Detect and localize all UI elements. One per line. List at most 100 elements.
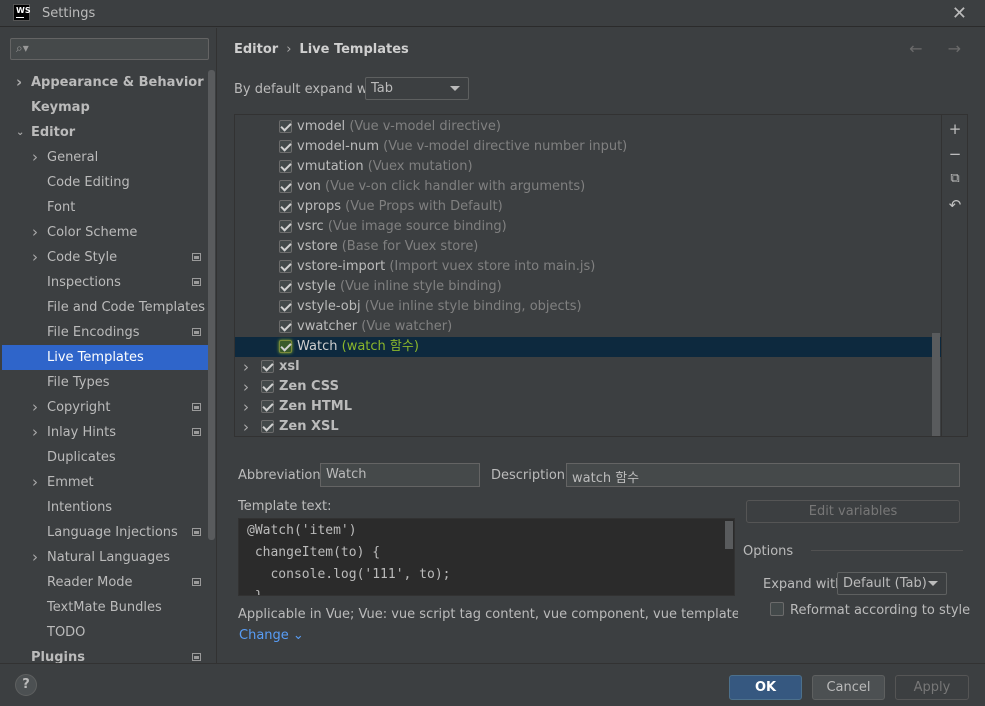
sidebar-item[interactable]: Reader Mode [2,570,215,595]
revert-icon[interactable]: ↶ [947,197,963,213]
main-panel: Editor › Live Templates ← → By default exp… [218,28,985,663]
expand-with-select[interactable]: Default (Tab) [837,572,947,595]
sidebar-item[interactable]: File Encodings [2,320,215,345]
sidebar-item[interactable]: › Natural Languages [2,545,215,570]
sidebar-item[interactable]: › General [2,145,215,170]
chevron-right-icon[interactable]: › [32,545,38,570]
sidebar-item[interactable]: File Types [2,370,215,395]
sidebar-item[interactable]: › Emmet [2,470,215,495]
template-row[interactable]: vstore-import (Import vuex store into ma… [235,257,941,277]
template-row[interactable]: vstore (Base for Vuex store) [235,237,941,257]
back-forward-icon[interactable]: ← → [909,39,971,58]
sidebar-item[interactable]: ⌄ Editor [2,120,215,145]
chevron-right-icon[interactable]: › [32,470,38,495]
chevron-right-icon[interactable]: › [243,377,249,397]
template-checkbox[interactable] [279,120,292,133]
default-expand-select[interactable]: Tab [365,77,469,100]
template-name: vstore-import (Import vuex store into ma… [297,257,595,277]
chevron-right-icon[interactable]: › [32,245,38,270]
template-row[interactable]: vwatcher (Vue watcher) [235,317,941,337]
chevron-right-icon[interactable]: › [243,357,249,377]
chevron-right-icon[interactable]: › [32,395,38,420]
template-row[interactable]: vstyle (Vue inline style binding) [235,277,941,297]
template-checkbox[interactable] [261,420,274,433]
description-field[interactable]: watch 함수 [566,463,960,487]
chevron-right-icon[interactable]: › [32,220,38,245]
close-icon[interactable]: ✕ [952,3,967,24]
sidebar-item[interactable]: Font [2,195,215,220]
template-group-row[interactable]: › Zen HTML [235,397,941,417]
template-group-row[interactable]: › Zen CSS [235,377,941,397]
sidebar-item[interactable]: Language Injections [2,520,215,545]
sidebar-item[interactable]: TODO [2,620,215,645]
cancel-button[interactable]: Cancel [812,675,885,700]
template-checkbox[interactable] [279,180,292,193]
template-checkbox[interactable] [279,240,292,253]
template-checkbox[interactable] [261,380,274,393]
sidebar-item[interactable]: › Code Style [2,245,215,270]
template-checkbox[interactable] [279,320,292,333]
template-checkbox[interactable] [261,400,274,413]
chevron-down-icon [450,86,460,91]
template-row[interactable]: vstyle-obj (Vue inline style binding, ob… [235,297,941,317]
template-row[interactable]: vsrc (Vue image source binding) [235,217,941,237]
sidebar-item[interactable]: Intentions [2,495,215,520]
sidebar-item[interactable]: Code Editing [2,170,215,195]
apply-button[interactable]: Apply [895,675,969,700]
template-abbreviation: vwatcher [297,319,358,334]
chevron-right-icon[interactable]: › [32,420,38,445]
template-checkbox[interactable] [279,160,292,173]
sidebar-item[interactable]: › Appearance & Behavior [2,70,215,95]
sidebar-item[interactable]: › Copyright [2,395,215,420]
reformat-checkbox[interactable] [770,602,784,616]
template-row[interactable]: vmutation (Vuex mutation) [235,157,941,177]
sidebar-item[interactable]: File and Code Templates [2,295,215,320]
template-checkbox[interactable] [279,220,292,233]
sidebar-item[interactable]: Live Templates [2,345,215,370]
template-row[interactable]: vmodel-num (Vue v-model directive number… [235,137,941,157]
chevron-right-icon[interactable]: › [32,145,38,170]
template-row[interactable]: Watch (watch 함수) [235,337,941,357]
code-scrollbar[interactable] [725,521,733,549]
template-checkbox[interactable] [279,280,292,293]
template-checkbox[interactable] [279,200,292,213]
code-line: } [247,589,263,595]
template-name: von (Vue v-on click handler with argumen… [297,177,585,197]
change-contexts-link[interactable]: Change ⌄ [239,628,304,643]
sidebar-item[interactable]: Inspections [2,270,215,295]
help-icon[interactable]: ? [15,674,37,696]
search-icon: ⌕▾ [16,41,29,55]
template-abbreviation: von [297,179,321,194]
copy-icon[interactable]: ⧉ [947,171,963,187]
sidebar-item[interactable]: Duplicates [2,445,215,470]
remove-icon[interactable]: − [947,146,963,162]
chevron-right-icon[interactable]: › [243,397,249,417]
template-checkbox[interactable] [279,300,292,313]
template-text-editor[interactable]: @Watch('item') changeItem(to) { console.… [238,518,735,596]
sidebar-item[interactable]: › Color Scheme [2,220,215,245]
template-group-row[interactable]: › xsl [235,357,941,377]
templates-scrollbar[interactable] [932,333,940,436]
sidebar-item[interactable]: TextMate Bundles [2,595,215,620]
breadcrumb-parent[interactable]: Editor [234,42,278,57]
chevron-right-icon[interactable]: › [243,417,249,436]
template-checkbox[interactable] [279,140,292,153]
template-row[interactable]: vmodel (Vue v-model directive) [235,117,941,137]
template-checkbox[interactable] [279,340,292,353]
sidebar-scrollbar[interactable] [208,70,215,540]
edit-variables-button[interactable]: Edit variables [746,500,960,523]
sidebar-item[interactable]: › Inlay Hints [2,420,215,445]
chevron-right-icon[interactable]: › [16,70,22,95]
template-row[interactable]: von (Vue v-on click handler with argumen… [235,177,941,197]
add-icon[interactable]: + [947,121,963,137]
abbreviation-field[interactable]: Watch [320,463,480,487]
ok-button[interactable]: OK [729,675,802,700]
template-group-row[interactable]: › Zen XSL [235,417,941,436]
template-row[interactable]: vprops (Vue Props with Default) [235,197,941,217]
chevron-down-icon[interactable]: ⌄ [16,120,24,145]
sidebar-item-label: File and Code Templates [47,300,205,315]
sidebar-item[interactable]: Keymap [2,95,215,120]
search-input[interactable]: ⌕▾ [10,38,209,60]
template-checkbox[interactable] [279,260,292,273]
template-checkbox[interactable] [261,360,274,373]
